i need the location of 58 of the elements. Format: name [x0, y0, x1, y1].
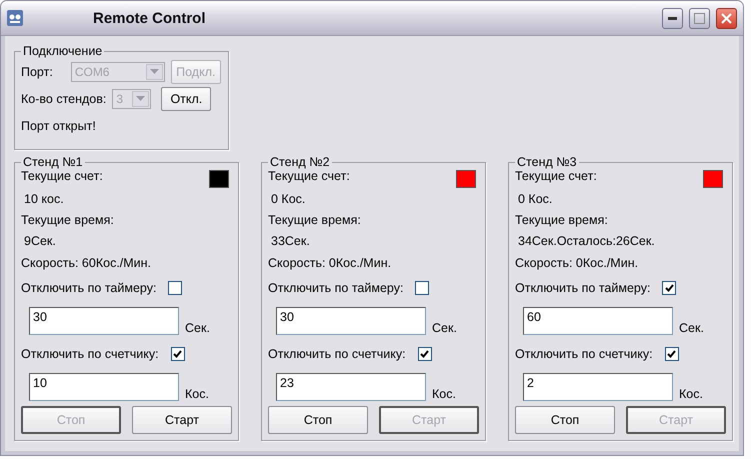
close-icon: [721, 12, 732, 24]
count-value: 0 Кос.: [270, 192, 306, 206]
time-label: Текущие время:: [515, 212, 608, 226]
time-value: 9Сек.: [23, 234, 56, 248]
timer-input[interactable]: 30: [29, 307, 179, 335]
checkbox[interactable]: [418, 347, 432, 361]
unit-label: Сек.: [679, 321, 704, 335]
stop-button[interactable]: Стоп: [268, 406, 368, 434]
checkbox[interactable]: [168, 281, 182, 295]
speed-text: Скорость: 0Кос./Мин.: [515, 256, 638, 270]
close-button[interactable]: [716, 8, 737, 28]
maximize-icon: [694, 12, 705, 24]
timer-input[interactable]: 60: [523, 307, 673, 335]
disconnect-button[interactable]: Откл.: [161, 86, 212, 110]
time-value: 34Сек.Осталось:26Сек.: [517, 234, 655, 248]
unit-label: Кос.: [185, 387, 209, 401]
counter-input[interactable]: 2: [523, 373, 673, 401]
time-value: 33Сек.: [270, 234, 310, 248]
time-label: Текущие время:: [268, 212, 361, 226]
checkbox[interactable]: [415, 281, 430, 295]
count-label: Текущие счет:: [268, 169, 350, 183]
counter-input[interactable]: 23: [276, 373, 426, 401]
timer-label: Отключить по таймеру:: [21, 281, 156, 295]
time-label: Текущие время:: [21, 212, 114, 226]
checkbox[interactable]: [170, 347, 185, 361]
counter-input[interactable]: 10: [29, 373, 179, 401]
counter-label: Отключить по счетчику:: [268, 347, 406, 361]
group-title: Стенд №2: [269, 155, 331, 169]
port-label: Порт:: [21, 64, 53, 78]
maximize-button[interactable]: [689, 8, 710, 28]
timer-label: Отключить по таймеру:: [268, 281, 404, 295]
speed-text: Скорость: 0Кос./Мин.: [268, 256, 392, 270]
minimize-button[interactable]: [662, 8, 683, 28]
count-label: Текущие счет:: [515, 169, 597, 183]
group-title: Стенд №1: [22, 155, 84, 169]
checkbox[interactable]: [664, 347, 679, 361]
group-title: Стенд №3: [516, 155, 578, 169]
unit-label: Сек.: [185, 321, 210, 335]
count-value: 0 Кос.: [517, 192, 552, 206]
counter-label: Отключить по счетчику:: [515, 347, 653, 361]
group-title: Подключение: [22, 44, 104, 58]
unit-label: Кос.: [679, 387, 703, 401]
unit-label: Кос.: [432, 387, 456, 401]
minimize-icon: [668, 16, 677, 20]
app-icon: [7, 10, 23, 26]
timer-label: Отключить по таймеру:: [515, 281, 650, 295]
speed-text: Скорость: 60Кос./Мин.: [21, 256, 152, 270]
counter-label: Отключить по счетчику:: [21, 347, 159, 361]
count-label: Текущие счет:: [21, 169, 103, 183]
timer-input[interactable]: 30: [276, 307, 426, 335]
status-text: Порт открыт!: [21, 118, 96, 132]
start-button[interactable]: Старт: [132, 406, 232, 434]
stop-button[interactable]: Стоп: [515, 406, 615, 434]
stands-count-label: Ко-во стендов:: [21, 92, 106, 106]
count-value: 10 кос.: [23, 192, 64, 206]
checkbox[interactable]: [662, 281, 676, 295]
unit-label: Сек.: [432, 321, 457, 335]
window-title: Remote Control: [93, 10, 206, 26]
